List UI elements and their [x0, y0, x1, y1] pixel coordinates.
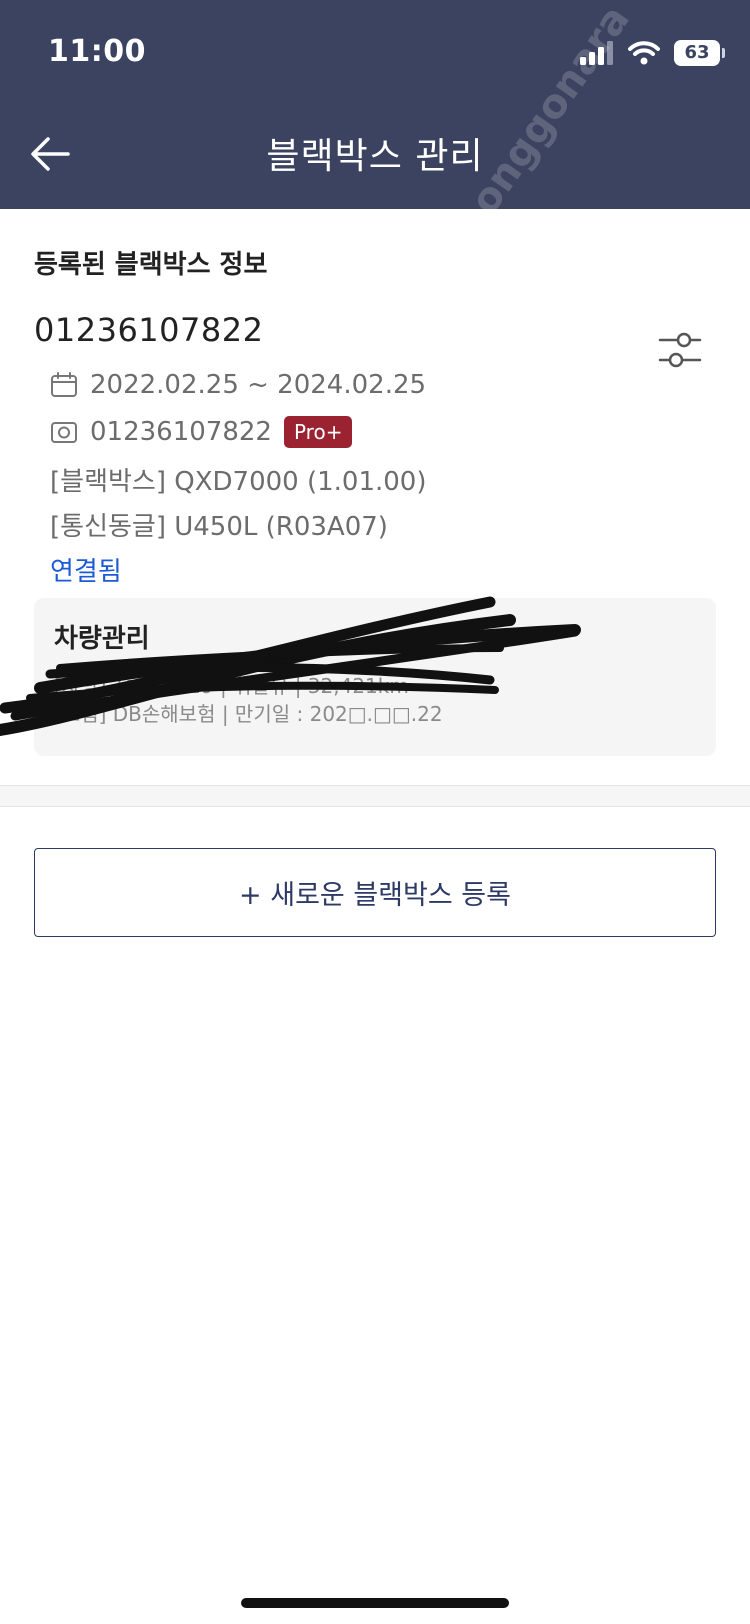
- sliders-icon[interactable]: [656, 328, 704, 372]
- vehicle-management-card[interactable]: 차량관리 [차량] 1□루4829 | 휘발유 | 32,421km [보험] …: [34, 598, 716, 756]
- section-divider: [0, 785, 750, 807]
- blackbox-model: [블랙박스] QXD7000 (1.01.00): [50, 467, 427, 497]
- insurance-info-line: [보험] DB손해보험 | 만기일 : 202□.□□.22: [54, 702, 443, 726]
- page-title: 블랙박스 관리: [266, 136, 484, 177]
- vehicle-info-line: [차량] 1□루4829 | 휘발유 | 32,421km: [54, 674, 409, 698]
- camera-icon: [51, 422, 77, 443]
- section-title: 등록된 블랙박스 정보: [34, 250, 268, 280]
- app-header: 11:00 63 블랙박스 관리 joonggonara: [0, 0, 750, 256]
- wifi-icon: [628, 41, 660, 65]
- vehicle-card-title: 차량관리: [54, 624, 150, 654]
- battery-indicator: 63: [674, 40, 725, 66]
- home-indicator[interactable]: [241, 1598, 509, 1608]
- serial-row: 01236107822 Pro+: [50, 416, 353, 448]
- pro-plus-badge: Pro+: [283, 416, 353, 448]
- dongle-model: [통신동글] U450L (R03A07): [50, 512, 388, 542]
- device-id: 01236107822: [34, 311, 264, 349]
- subscription-period-row: 2022.02.25 ~ 2024.02.25: [50, 370, 426, 400]
- serial-number: 01236107822: [90, 417, 272, 447]
- add-blackbox-button[interactable]: + 새로운 블랙박스 등록: [34, 848, 716, 937]
- calendar-icon: [51, 372, 77, 397]
- status-time: 11:00: [48, 34, 146, 69]
- connection-status-link[interactable]: 연결됨: [50, 551, 122, 588]
- subscription-period: 2022.02.25 ~ 2024.02.25: [90, 370, 427, 400]
